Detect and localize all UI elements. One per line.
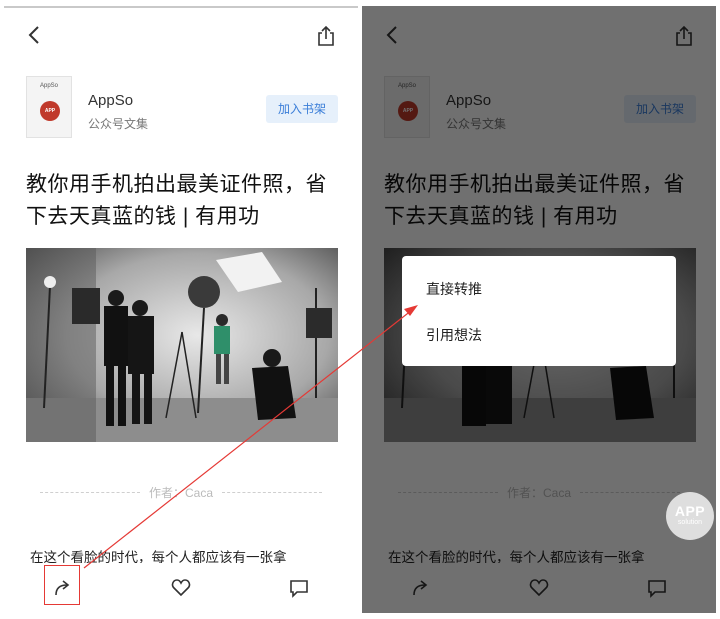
add-to-shelf-button[interactable]: 加入书架	[266, 95, 338, 123]
cover-logo: APP	[40, 101, 60, 121]
repost-highlight-box	[44, 565, 80, 605]
chevron-left-icon	[28, 26, 39, 44]
phone-screen-left: AppSo APP AppSo 公众号文集 加入书架 教你用手机拍出最美证件照，…	[4, 6, 358, 613]
phone-screen-right: AppSo APP AppSo 公众号文集 加入书架 教你用手机拍出最美证件照，…	[362, 6, 716, 613]
watermark-sub: solution	[677, 519, 703, 526]
heart-icon	[171, 579, 191, 597]
app-solution-watermark: APP solution	[666, 492, 714, 540]
menu-item-quote-thought[interactable]: 引用想法	[426, 325, 482, 345]
author-subtitle: 公众号文集	[88, 117, 149, 131]
menu-item-direct-repost[interactable]: 直接转推	[426, 279, 482, 299]
watermark-main: APP	[674, 503, 706, 519]
like-button[interactable]	[170, 577, 192, 599]
cover-title: AppSo	[39, 83, 58, 89]
top-divider	[4, 6, 358, 8]
book-cover[interactable]: AppSo APP	[26, 76, 72, 138]
comment-icon	[290, 580, 308, 598]
back-button[interactable]	[24, 24, 46, 46]
comment-button[interactable]	[288, 577, 310, 599]
share-upload-icon	[318, 25, 334, 46]
article-photo	[26, 248, 338, 442]
article-title: 教你用手机拍出最美证件照，省下去天真蓝的钱 | 有用功	[26, 173, 327, 228]
repost-popup-menu: 直接转推 引用想法	[402, 256, 676, 366]
byline: 作者：Caca	[40, 482, 322, 502]
share-button[interactable]	[314, 24, 338, 48]
author-name[interactable]: AppSo	[88, 92, 133, 109]
byline-divider-right	[222, 492, 322, 493]
